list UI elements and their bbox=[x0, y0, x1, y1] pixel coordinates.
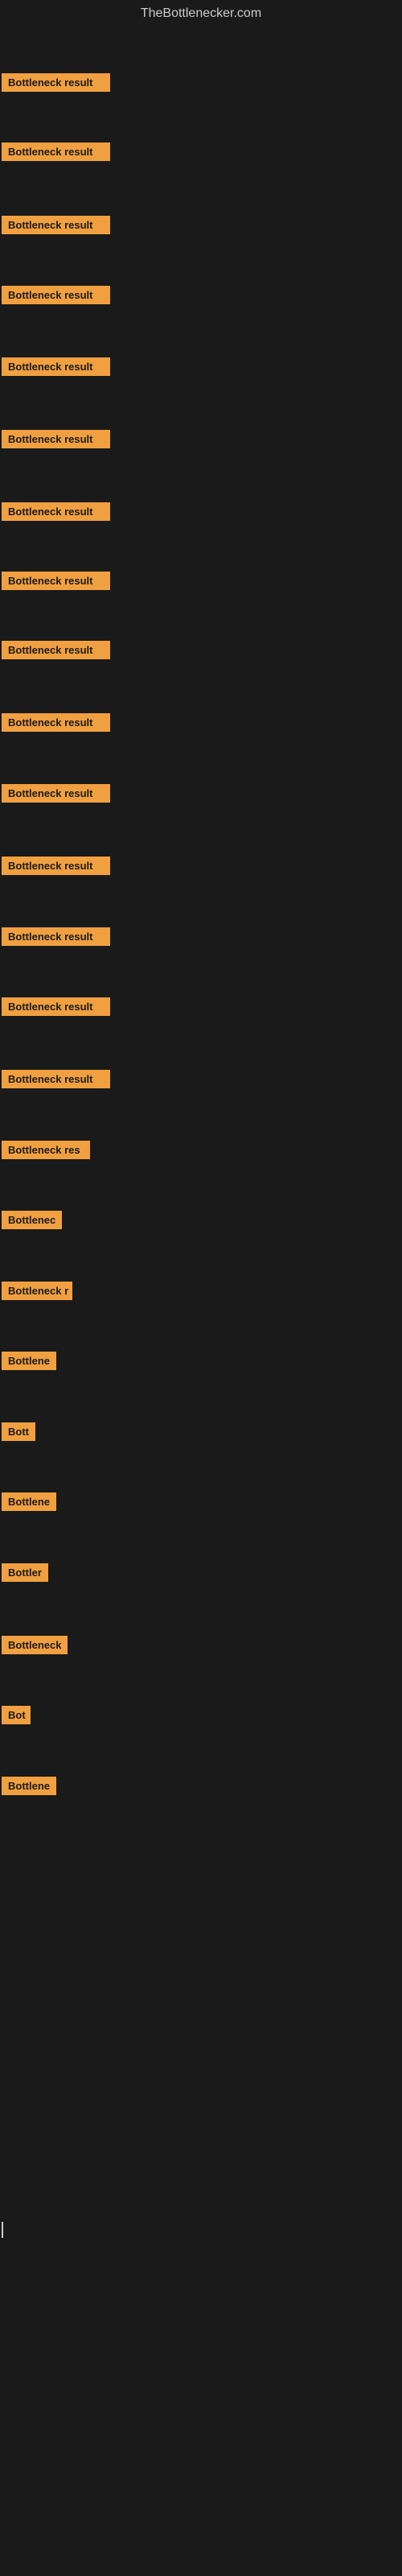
bottleneck-badge-18[interactable]: Bottleneck r bbox=[2, 1282, 72, 1300]
bottleneck-badge-10[interactable]: Bottleneck result bbox=[2, 713, 110, 732]
site-title: TheBottlenecker.com bbox=[0, 0, 402, 27]
bottleneck-row-24[interactable]: Bot bbox=[2, 1706, 31, 1728]
bottleneck-badge-21[interactable]: Bottlene bbox=[2, 1492, 56, 1511]
bottleneck-badge-4[interactable]: Bottleneck result bbox=[2, 286, 110, 304]
bottleneck-row-4[interactable]: Bottleneck result bbox=[2, 286, 110, 308]
bottleneck-row-2[interactable]: Bottleneck result bbox=[2, 142, 110, 165]
bottleneck-row-17[interactable]: Bottlenec bbox=[2, 1211, 62, 1233]
bottleneck-row-25[interactable]: Bottlene bbox=[2, 1777, 56, 1799]
bottleneck-badge-12[interactable]: Bottleneck result bbox=[2, 857, 110, 875]
bottleneck-row-14[interactable]: Bottleneck result bbox=[2, 997, 110, 1020]
bottleneck-row-1[interactable]: Bottleneck result bbox=[2, 73, 110, 96]
bottleneck-badge-5[interactable]: Bottleneck result bbox=[2, 357, 110, 376]
bottleneck-badge-14[interactable]: Bottleneck result bbox=[2, 997, 110, 1016]
bottleneck-row-6[interactable]: Bottleneck result bbox=[2, 430, 110, 452]
bottleneck-badge-17[interactable]: Bottlenec bbox=[2, 1211, 62, 1229]
site-header: TheBottlenecker.com bbox=[0, 0, 402, 27]
bottleneck-row-20[interactable]: Bott bbox=[2, 1422, 35, 1445]
bottleneck-row-3[interactable]: Bottleneck result bbox=[2, 216, 110, 238]
bottleneck-badge-9[interactable]: Bottleneck result bbox=[2, 641, 110, 659]
bottleneck-row-5[interactable]: Bottleneck result bbox=[2, 357, 110, 380]
bottleneck-row-9[interactable]: Bottleneck result bbox=[2, 641, 110, 663]
bottleneck-badge-20[interactable]: Bott bbox=[2, 1422, 35, 1441]
bottleneck-row-15[interactable]: Bottleneck result bbox=[2, 1070, 110, 1092]
bottleneck-badge-7[interactable]: Bottleneck result bbox=[2, 502, 110, 521]
bottleneck-badge-3[interactable]: Bottleneck result bbox=[2, 216, 110, 234]
bottleneck-row-7[interactable]: Bottleneck result bbox=[2, 502, 110, 525]
bottleneck-row-11[interactable]: Bottleneck result bbox=[2, 784, 110, 807]
bottleneck-badge-22[interactable]: Bottler bbox=[2, 1563, 48, 1582]
cursor-indicator bbox=[2, 2222, 3, 2238]
bottleneck-row-22[interactable]: Bottler bbox=[2, 1563, 48, 1586]
bottleneck-row-23[interactable]: Bottleneck bbox=[2, 1636, 68, 1658]
bottleneck-badge-25[interactable]: Bottlene bbox=[2, 1777, 56, 1795]
bottleneck-badge-16[interactable]: Bottleneck res bbox=[2, 1141, 90, 1159]
bottleneck-badge-8[interactable]: Bottleneck result bbox=[2, 572, 110, 590]
bottleneck-row-21[interactable]: Bottlene bbox=[2, 1492, 56, 1515]
bottleneck-row-19[interactable]: Bottlene bbox=[2, 1352, 56, 1374]
bottleneck-badge-15[interactable]: Bottleneck result bbox=[2, 1070, 110, 1088]
bottleneck-row-10[interactable]: Bottleneck result bbox=[2, 713, 110, 736]
bottleneck-badge-19[interactable]: Bottlene bbox=[2, 1352, 56, 1370]
bottleneck-row-16[interactable]: Bottleneck res bbox=[2, 1141, 90, 1163]
bottleneck-row-13[interactable]: Bottleneck result bbox=[2, 927, 110, 950]
bottleneck-badge-1[interactable]: Bottleneck result bbox=[2, 73, 110, 92]
bottleneck-row-8[interactable]: Bottleneck result bbox=[2, 572, 110, 594]
bottleneck-row-18[interactable]: Bottleneck r bbox=[2, 1282, 72, 1304]
bottleneck-badge-13[interactable]: Bottleneck result bbox=[2, 927, 110, 946]
bottleneck-badge-23[interactable]: Bottleneck bbox=[2, 1636, 68, 1654]
bottleneck-row-12[interactable]: Bottleneck result bbox=[2, 857, 110, 879]
bottleneck-badge-11[interactable]: Bottleneck result bbox=[2, 784, 110, 803]
bottleneck-badge-24[interactable]: Bot bbox=[2, 1706, 31, 1724]
bottleneck-badge-2[interactable]: Bottleneck result bbox=[2, 142, 110, 161]
bottleneck-badge-6[interactable]: Bottleneck result bbox=[2, 430, 110, 448]
